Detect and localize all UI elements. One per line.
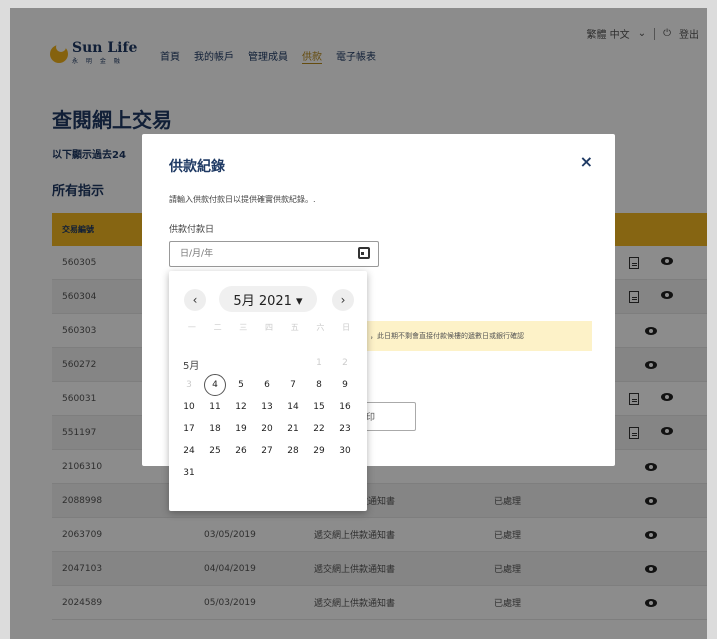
date-input[interactable] [169, 241, 379, 267]
weekday-label: 二 [213, 323, 222, 332]
calendar-day[interactable]: 17 [176, 418, 202, 440]
calendar-day [306, 462, 332, 484]
calendar-day[interactable]: 29 [306, 440, 332, 462]
calendar-day[interactable]: 25 [202, 440, 228, 462]
calendar-day[interactable]: 3 [176, 374, 202, 396]
calendar-day [202, 462, 228, 484]
calendar-day[interactable]: 16 [332, 396, 358, 418]
weekday-row: 一 二 三 四 五 六 日 [179, 322, 359, 333]
calendar-day [228, 462, 254, 484]
calendar-day[interactable]: 1 [306, 352, 332, 374]
calendar-day[interactable]: 28 [280, 440, 306, 462]
calendar-day[interactable]: 9 [332, 374, 358, 396]
calendar-day [254, 462, 280, 484]
calendar-day[interactable]: 10 [176, 396, 202, 418]
calendar-grid: 1 2 3 4 5 6 7 8 9 10 11 12 13 14 15 16 17 18 19 20 21 22 23 24 2… [176, 352, 358, 484]
calendar-day[interactable]: 15 [306, 396, 332, 418]
calendar-day [202, 352, 228, 374]
calendar-day[interactable]: 31 [176, 462, 202, 484]
calendar-day[interactable]: 18 [202, 418, 228, 440]
calendar-day[interactable]: 11 [202, 396, 228, 418]
weekday-label: 四 [264, 323, 273, 332]
calendar-day[interactable]: 14 [280, 396, 306, 418]
weekday-label: 三 [239, 323, 248, 332]
calendar-day [176, 352, 202, 374]
month-year-select[interactable]: 5月 2021 ▾ [219, 286, 317, 312]
calendar-icon[interactable] [358, 247, 370, 259]
weekday-label: 一 [187, 323, 196, 332]
next-month-button[interactable]: › [332, 289, 354, 311]
modal-title: 供款紀錄 [169, 159, 225, 175]
calendar-day[interactable]: 22 [306, 418, 332, 440]
calendar-day[interactable]: 12 [228, 396, 254, 418]
datepicker-popup: ‹ 5月 2021 ▾ › 一 二 三 四 五 六 日 5月 123456789… [169, 271, 367, 511]
calendar-day[interactable]: 24 [176, 440, 202, 462]
calendar-day[interactable]: 30 [332, 440, 358, 462]
warning-notice: ，此日期不剩會直接付款候樓的遞數日或銀行確認 [364, 321, 592, 351]
calendar-day[interactable]: 26 [228, 440, 254, 462]
calendar-day [332, 462, 358, 484]
close-icon[interactable]: × [580, 152, 593, 171]
calendar-day [228, 352, 254, 374]
calendar-day[interactable]: 20 [254, 418, 280, 440]
modal-description: 請輸入供款付款日以提供確實供款紀錄。. [169, 195, 316, 204]
calendar-day[interactable]: 5 [228, 374, 254, 396]
calendar-day[interactable]: 2 [332, 352, 358, 374]
calendar-day[interactable]: 19 [228, 418, 254, 440]
calendar-day[interactable]: 27 [254, 440, 280, 462]
calendar-day[interactable]: 13 [254, 396, 280, 418]
calendar-day[interactable]: 7 [280, 374, 306, 396]
calendar-day[interactable]: 4 [204, 374, 226, 396]
calendar-day[interactable]: 6 [254, 374, 280, 396]
weekday-label: 五 [290, 323, 299, 332]
calendar-day[interactable]: 23 [332, 418, 358, 440]
weekday-label: 日 [342, 323, 351, 332]
calendar-day [280, 352, 306, 374]
calendar-day[interactable]: 8 [306, 374, 332, 396]
calendar-day[interactable]: 21 [280, 418, 306, 440]
date-field-label: 供款付款日 [169, 225, 215, 235]
calendar-day [254, 352, 280, 374]
weekday-label: 六 [316, 323, 325, 332]
calendar-day [280, 462, 306, 484]
prev-month-button[interactable]: ‹ [184, 289, 206, 311]
